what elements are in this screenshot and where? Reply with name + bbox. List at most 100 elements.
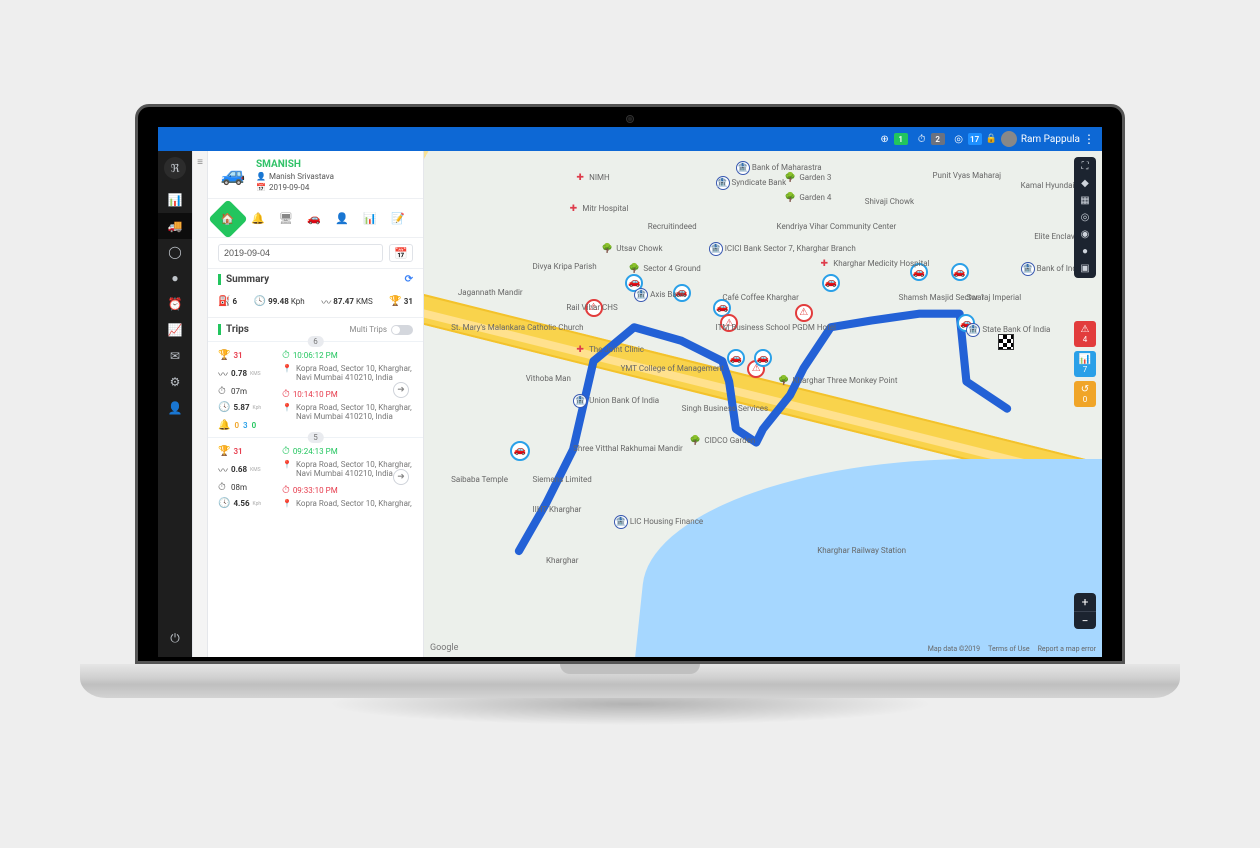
zoom-out-button[interactable]: − <box>1074 611 1096 629</box>
rail-item-mail[interactable]: ✉ <box>158 343 192 369</box>
rail-item-circle[interactable]: ◯ <box>158 239 192 265</box>
stat-icon: ⊕ <box>879 133 891 145</box>
calendar-icon[interactable]: 📅 <box>389 244 413 262</box>
menu-kebab-icon[interactable]: ⋮ <box>1082 132 1096 146</box>
map-poi: Café Coffee Kharghar <box>722 293 799 302</box>
subtab-notes[interactable]: 📝 <box>386 205 410 231</box>
trip-start-time: ⏱10:06:12 PM <box>282 350 413 361</box>
map-legal-link[interactable]: Terms of Use <box>988 645 1029 653</box>
subtab-stats[interactable]: 📊 <box>358 205 382 231</box>
map-tool-button[interactable]: ● <box>1082 246 1088 257</box>
map-poi: Shivaji Chowk <box>865 197 914 206</box>
subtab-alerts[interactable]: 🔔 <box>246 205 270 231</box>
rail-item-settings[interactable]: ⚙ <box>158 369 192 395</box>
top-stat[interactable]: ⊕1 <box>879 133 908 145</box>
vehicle-header: 🚙 SMANISH 👤Manish Srivastava 📅2019-09-04 <box>208 151 423 199</box>
route-node-icon: 🚗 <box>951 263 969 281</box>
rail-item-reports[interactable]: 📈 <box>158 317 192 343</box>
summary-title: Summary <box>226 274 269 285</box>
lock-icon[interactable]: 🔒 <box>986 134 997 144</box>
stat-badge: 1 <box>894 133 908 145</box>
map-poi: 🌳 Garden 4 <box>783 191 831 205</box>
route-node-icon: 🚗 <box>822 274 840 292</box>
app-logo-icon[interactable]: ℜ <box>164 157 186 179</box>
power-icon[interactable]: ⏻ <box>158 625 192 651</box>
map-poi: 🏦 Syndicate Bank <box>716 176 787 190</box>
map-chip[interactable]: 📊7 <box>1074 351 1096 377</box>
map-poi: ✚ Kharghar Medicity Hospital <box>817 257 929 271</box>
map-poi: 🌳 Sector 4 Ground <box>627 262 700 276</box>
map-poi: Kendriya Vihar Community Center <box>777 222 897 231</box>
app-screen: ⊕1⏱2◎17 🔒 Ram Pappula ⋮ ℜ 📊🚚◯●⏰📈✉⚙👤 ⏻ ≡ <box>158 127 1102 657</box>
map-poi: Rail Vihar CHS <box>566 303 617 312</box>
trip-start-address: 📍Kopra Road, Sector 10, Kharghar, Navi M… <box>282 364 413 382</box>
user-name[interactable]: Ram Pappula <box>1021 134 1080 145</box>
map-poi: 🏦 State Bank Of India <box>966 323 1050 337</box>
rail-item-fleet[interactable]: 🚚 <box>158 213 192 239</box>
top-stat[interactable]: ⏱2 <box>916 133 945 145</box>
trip-number: 6 <box>307 336 324 347</box>
summary-item: 🕓99.48Kph <box>254 294 305 309</box>
map-legal-link[interactable]: Report a map error <box>1038 645 1096 653</box>
subtab-home[interactable]: 🏠 <box>208 199 248 239</box>
map-poi: Punit Vyas Maharaj <box>933 171 1002 180</box>
map-poi: Elite Enclave <box>1034 232 1079 241</box>
map-poi: IIHT Kharghar <box>532 505 581 514</box>
top-bar: ⊕1 ⏱2 ◎17 🔒 Ram Pappula ⋮ <box>158 127 1102 151</box>
top-stat[interactable]: ◎17 <box>953 133 982 145</box>
map-stat-chips: ⚠4 📊7 ↺0 <box>1074 321 1096 407</box>
date-input[interactable] <box>218 244 383 262</box>
map-tool-button[interactable]: ◎ <box>1081 212 1090 223</box>
sub-tabs: 🏠🔔🖥🚗👤📊📝 <box>208 199 423 238</box>
rail-item-alerts[interactable]: ⏰ <box>158 291 192 317</box>
subtab-vehicle[interactable]: 🚗 <box>302 205 326 231</box>
map-poi: Kamal Hyundai <box>1021 181 1075 190</box>
subtab-device[interactable]: 🖥 <box>274 205 298 231</box>
rail-item-dashboard[interactable]: 📊 <box>158 187 192 213</box>
car-icon: 🚙 <box>218 159 248 189</box>
map-poi: Kharghar Railway Station <box>817 546 906 555</box>
map-poi: 🏦 Bank of Maharastra <box>736 161 822 175</box>
map-tool-button[interactable]: ▣ <box>1080 263 1089 274</box>
map-chip[interactable]: ⚠4 <box>1074 321 1096 347</box>
map-poi: ITM Business School PGDM Hotel <box>716 323 836 332</box>
subtab-driver[interactable]: 👤 <box>330 205 354 231</box>
avatar[interactable] <box>1001 131 1017 147</box>
rail-item-user[interactable]: 👤 <box>158 395 192 421</box>
zoom-in-button[interactable]: + <box>1074 593 1096 611</box>
map-poi: Singh Business Services <box>682 404 769 413</box>
map-tool-button[interactable]: ◉ <box>1081 229 1090 240</box>
map-poi: Jagannath Mandir <box>458 288 523 297</box>
map-chip[interactable]: ↺0 <box>1074 381 1096 407</box>
zoom-control: + − <box>1074 593 1096 629</box>
summary-section: Summary ⟳ ⛽6🕓99.48Kph〰87.47KMS🏆31 <box>208 269 423 318</box>
map-poi: 🏦 Axis Bank <box>634 288 685 302</box>
refresh-icon[interactable]: ⟳ <box>405 274 413 285</box>
trip-card[interactable]: 5 🏆31 〰0.68KMS ⏱08m 🕓4.56Kph ⏱09:24:13 P… <box>208 437 423 515</box>
map-tool-button[interactable]: ◆ <box>1081 178 1089 189</box>
summary-item: 🏆31 <box>389 294 413 309</box>
summary-item: 〰87.47KMS <box>321 294 372 309</box>
map-tool-button[interactable]: ▦ <box>1080 195 1089 206</box>
trip-expand-icon[interactable]: ➜ <box>393 382 409 398</box>
stat-badge: 17 <box>968 133 982 145</box>
route-start-icon: 🚗 <box>510 441 530 461</box>
map-legal-link[interactable]: Map data ©2019 <box>928 645 980 653</box>
map-poi: 🌳 Utsav Chowk <box>600 242 662 256</box>
map-poi: Recruitindeed <box>648 222 697 231</box>
map-poi: ✚ The Joint Clinic <box>573 343 644 357</box>
map-poi: Siemens Limited <box>532 475 591 484</box>
multi-trips-toggle[interactable] <box>391 325 413 335</box>
map-poi: 🏦 Union Bank Of India <box>573 394 659 408</box>
map-tools: ⛶ ◆ ▦ ◎ ◉ ● ▣ <box>1074 157 1096 278</box>
map-canvas[interactable]: 🚗⚠🚗🚗🚗⚠🚗⚠🚗⚠🚗🚗🚗🚗 ✚ NIMH✚ Mitr Hospital🏦 Sy… <box>424 151 1102 657</box>
map-tool-button[interactable]: ⛶ <box>1082 161 1089 172</box>
trip-card[interactable]: 6 🏆31 〰0.78KMS ⏱07m 🕓5.87Kph 🔔030 ⏱10:06… <box>208 341 423 437</box>
rail-item-dot[interactable]: ● <box>158 265 192 291</box>
vehicle-date: 📅2019-09-04 <box>256 183 334 192</box>
stat-icon: ◎ <box>953 133 965 145</box>
stat-icon: ⏱ <box>916 133 928 145</box>
panel-collapse-handle[interactable]: ≡ <box>192 151 208 657</box>
map-poi: Vithoba Man <box>526 374 571 383</box>
trip-expand-icon[interactable]: ➜ <box>393 469 409 485</box>
